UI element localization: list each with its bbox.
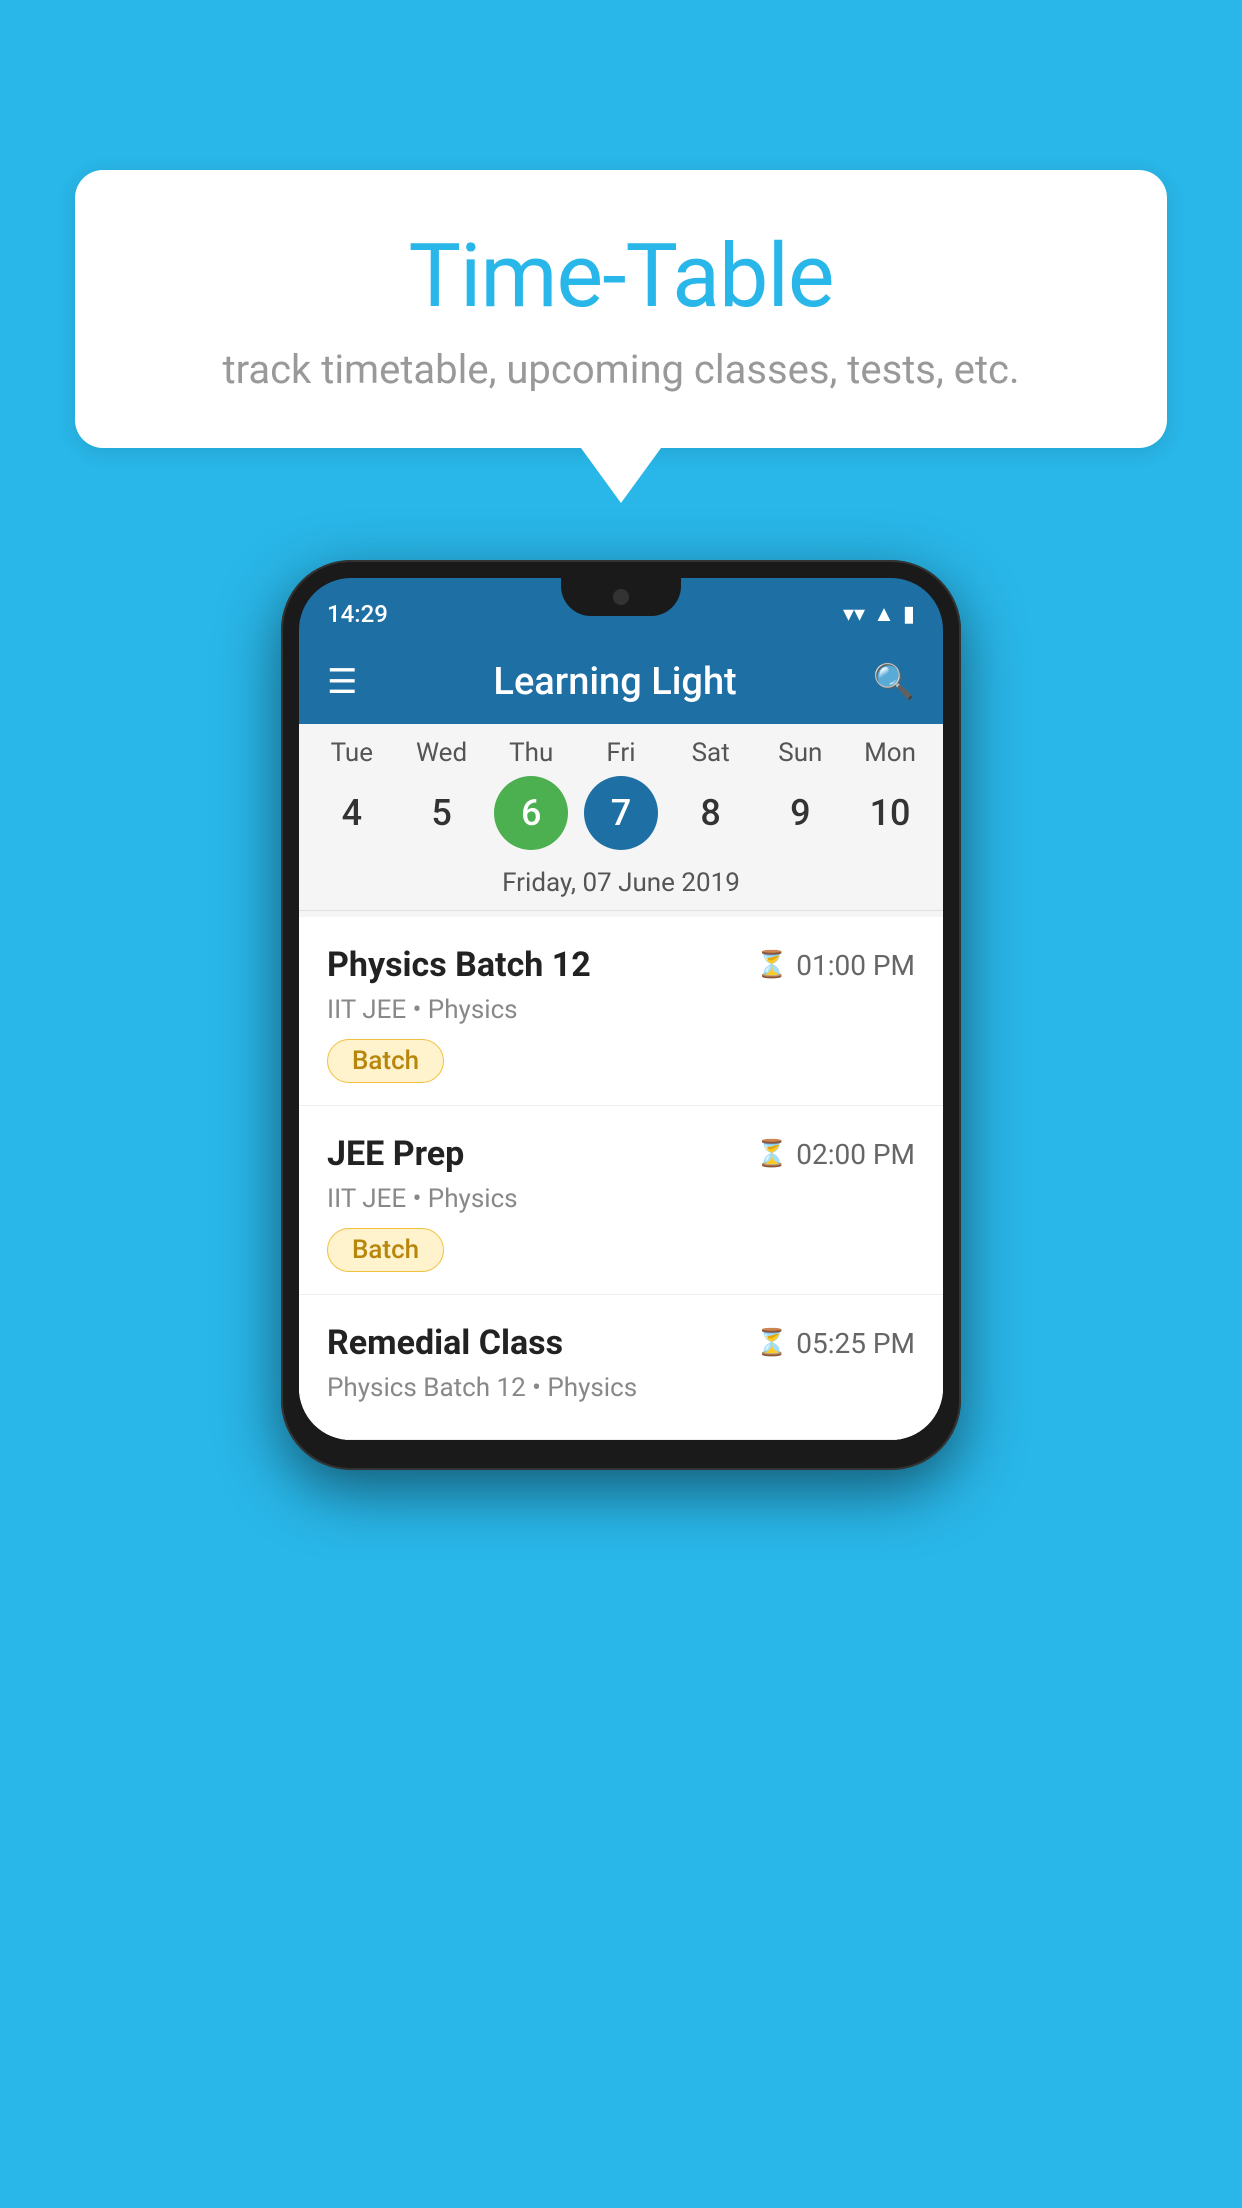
day-7-selected[interactable]: 7 bbox=[584, 776, 658, 850]
class-meta-3: Physics Batch 12 • Physics bbox=[327, 1373, 915, 1403]
class-header-3: Remedial Class ⏳ 05:25 PM bbox=[327, 1323, 915, 1363]
day-header-sun: Sun bbox=[763, 738, 837, 768]
class-meta-1: IIT JEE • Physics bbox=[327, 995, 915, 1025]
day-6-today[interactable]: 6 bbox=[494, 776, 568, 850]
wifi-icon: ▾▾ bbox=[843, 602, 865, 627]
day-numbers: 4 5 6 7 8 9 10 bbox=[299, 776, 943, 850]
class-name-2: JEE Prep bbox=[327, 1134, 464, 1174]
app-bar: ☰ Learning Light 🔍 bbox=[299, 640, 943, 724]
status-bar: 14:29 ▾▾ ▲ ▮ bbox=[299, 578, 943, 640]
class-item-1[interactable]: Physics Batch 12 ⏳ 01:00 PM IIT JEE • Ph… bbox=[299, 917, 943, 1106]
class-item-3[interactable]: Remedial Class ⏳ 05:25 PM Physics Batch … bbox=[299, 1295, 943, 1440]
clock-icon-1: ⏳ bbox=[756, 950, 788, 980]
phone-notch bbox=[561, 578, 681, 616]
batch-tag-1: Batch bbox=[327, 1039, 444, 1083]
speech-bubble-subtitle: track timetable, upcoming classes, tests… bbox=[135, 346, 1107, 393]
hamburger-icon[interactable]: ☰ bbox=[327, 662, 357, 702]
class-list: Physics Batch 12 ⏳ 01:00 PM IIT JEE • Ph… bbox=[299, 917, 943, 1440]
day-8[interactable]: 8 bbox=[674, 776, 748, 850]
day-header-thu: Thu bbox=[494, 738, 568, 768]
speech-bubble-section: Time-Table track timetable, upcoming cla… bbox=[75, 170, 1167, 503]
day-header-wed: Wed bbox=[405, 738, 479, 768]
search-icon[interactable]: 🔍 bbox=[873, 662, 915, 702]
class-time-1: ⏳ 01:00 PM bbox=[756, 949, 915, 982]
speech-bubble-card: Time-Table track timetable, upcoming cla… bbox=[75, 170, 1167, 448]
speech-bubble-title: Time-Table bbox=[135, 225, 1107, 328]
class-name-1: Physics Batch 12 bbox=[327, 945, 591, 985]
camera-dot bbox=[613, 589, 629, 605]
status-icons: ▾▾ ▲ ▮ bbox=[843, 601, 915, 627]
day-header-sat: Sat bbox=[674, 738, 748, 768]
day-header-tue: Tue bbox=[315, 738, 389, 768]
calendar-strip: Tue Wed Thu Fri Sat Sun Mon 4 5 6 7 8 9 … bbox=[299, 724, 943, 917]
battery-icon: ▮ bbox=[903, 602, 915, 627]
day-headers: Tue Wed Thu Fri Sat Sun Mon bbox=[299, 738, 943, 768]
phone-screen: ☰ Learning Light 🔍 Tue Wed Thu Fri Sat S… bbox=[299, 640, 943, 1440]
clock-icon-3: ⏳ bbox=[756, 1328, 788, 1358]
day-9[interactable]: 9 bbox=[763, 776, 837, 850]
app-title: Learning Light bbox=[493, 660, 736, 704]
day-header-mon: Mon bbox=[853, 738, 927, 768]
clock-icon-2: ⏳ bbox=[756, 1139, 788, 1169]
day-4[interactable]: 4 bbox=[315, 776, 389, 850]
status-time: 14:29 bbox=[327, 600, 388, 628]
day-header-fri: Fri bbox=[584, 738, 658, 768]
class-item-2[interactable]: JEE Prep ⏳ 02:00 PM IIT JEE • Physics Ba… bbox=[299, 1106, 943, 1295]
class-header-1: Physics Batch 12 ⏳ 01:00 PM bbox=[327, 945, 915, 985]
class-meta-2: IIT JEE • Physics bbox=[327, 1184, 915, 1214]
selected-date-label: Friday, 07 June 2019 bbox=[299, 860, 943, 911]
class-time-3: ⏳ 05:25 PM bbox=[756, 1327, 915, 1360]
class-header-2: JEE Prep ⏳ 02:00 PM bbox=[327, 1134, 915, 1174]
phone-body: 14:29 ▾▾ ▲ ▮ ☰ Learning Light 🔍 Tue bbox=[281, 560, 961, 1470]
phone-mockup: 14:29 ▾▾ ▲ ▮ ☰ Learning Light 🔍 Tue bbox=[80, 560, 1162, 1470]
signal-icon: ▲ bbox=[873, 601, 895, 627]
speech-bubble-arrow bbox=[581, 448, 661, 503]
batch-tag-2: Batch bbox=[327, 1228, 444, 1272]
day-10[interactable]: 10 bbox=[853, 776, 927, 850]
class-time-2: ⏳ 02:00 PM bbox=[756, 1138, 915, 1171]
class-name-3: Remedial Class bbox=[327, 1323, 563, 1363]
day-5[interactable]: 5 bbox=[405, 776, 479, 850]
